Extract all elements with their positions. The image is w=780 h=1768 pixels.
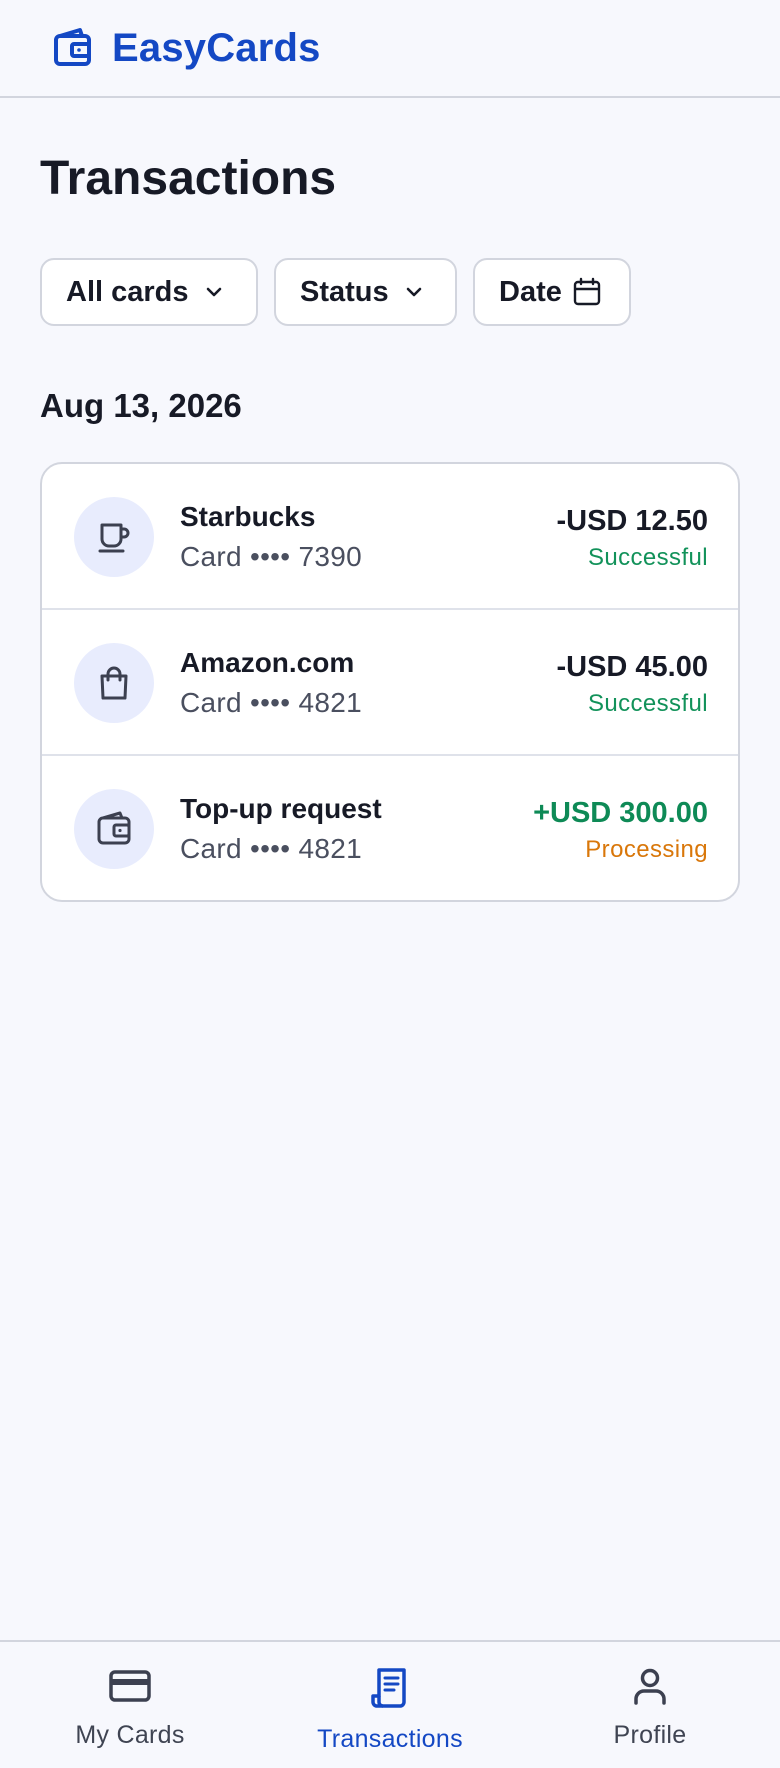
chevron-down-icon [406,287,421,297]
card-number: Card •••• 7390 [180,541,362,572]
merchant-avatar [74,789,154,869]
card-number: Card •••• 4821 [180,687,362,718]
date-filter-label: Date [499,275,562,308]
merchant-name: Starbucks [180,501,316,532]
transaction-row-starbucks[interactable]: Starbucks Card •••• 7390 -USD 12.50 Succ… [42,464,738,610]
status-filter-dropdown[interactable]: Status [274,258,457,326]
nav-label: Profile [613,1721,687,1749]
cards-filter-label: All cards [66,275,189,308]
transaction-row-amazon[interactable]: Amazon.com Card •••• 4821 -USD 45.00 Suc… [42,610,738,756]
brand[interactable]: EasyCards [52,24,321,72]
cards-filter-dropdown[interactable]: All cards [40,258,258,326]
transaction-status: Successful [587,544,708,571]
bottom-nav: My Cards Transactions Profile [0,1640,780,1768]
transaction-status: Successful [587,690,708,717]
chevron-down-icon [206,287,221,297]
nav-item-transactions[interactable]: Transactions [260,1642,520,1768]
nav-item-profile[interactable]: Profile [520,1642,780,1768]
shopping-bag-icon [100,666,128,700]
transaction-amount: -USD 12.50 [556,505,708,537]
app-root: EasyCards Transactions All cards Status … [0,0,780,1768]
nav-label: Transactions [317,1725,463,1753]
date-group-heading: Aug 13, 2026 [40,387,242,424]
merchant-name: Top-up request [180,793,382,824]
merchant-avatar [74,643,154,723]
status-filter-label: Status [300,275,389,308]
merchant-name: Amazon.com [180,647,355,678]
nav-item-my-cards[interactable]: My Cards [0,1642,260,1768]
transaction-amount: +USD 300.00 [533,797,708,829]
transaction-row-top-up[interactable]: Top-up request Card •••• 4821 +USD 300.0… [42,756,738,900]
filter-bar: All cards Status Date [40,258,631,326]
transaction-amount: -USD 45.00 [556,651,708,683]
transaction-list: Starbucks Card •••• 7390 -USD 12.50 Succ… [40,462,740,902]
person-icon [634,1668,666,1705]
nav-label: My Cards [75,1721,185,1749]
page-title: Transactions [40,152,337,205]
credit-card-icon [109,1670,151,1702]
card-number: Card •••• 4821 [180,833,362,864]
transaction-status: Processing [585,836,708,863]
app-header: EasyCards [0,0,780,98]
merchant-avatar [74,497,154,577]
coffee-cup-icon [98,523,130,553]
brand-name: EasyCards [112,26,321,70]
date-filter-button[interactable]: Date [473,258,631,326]
calendar-icon [573,277,601,306]
wallet-icon [97,811,131,845]
wallet-logo-icon [54,28,91,66]
receipt-icon [371,1668,406,1708]
